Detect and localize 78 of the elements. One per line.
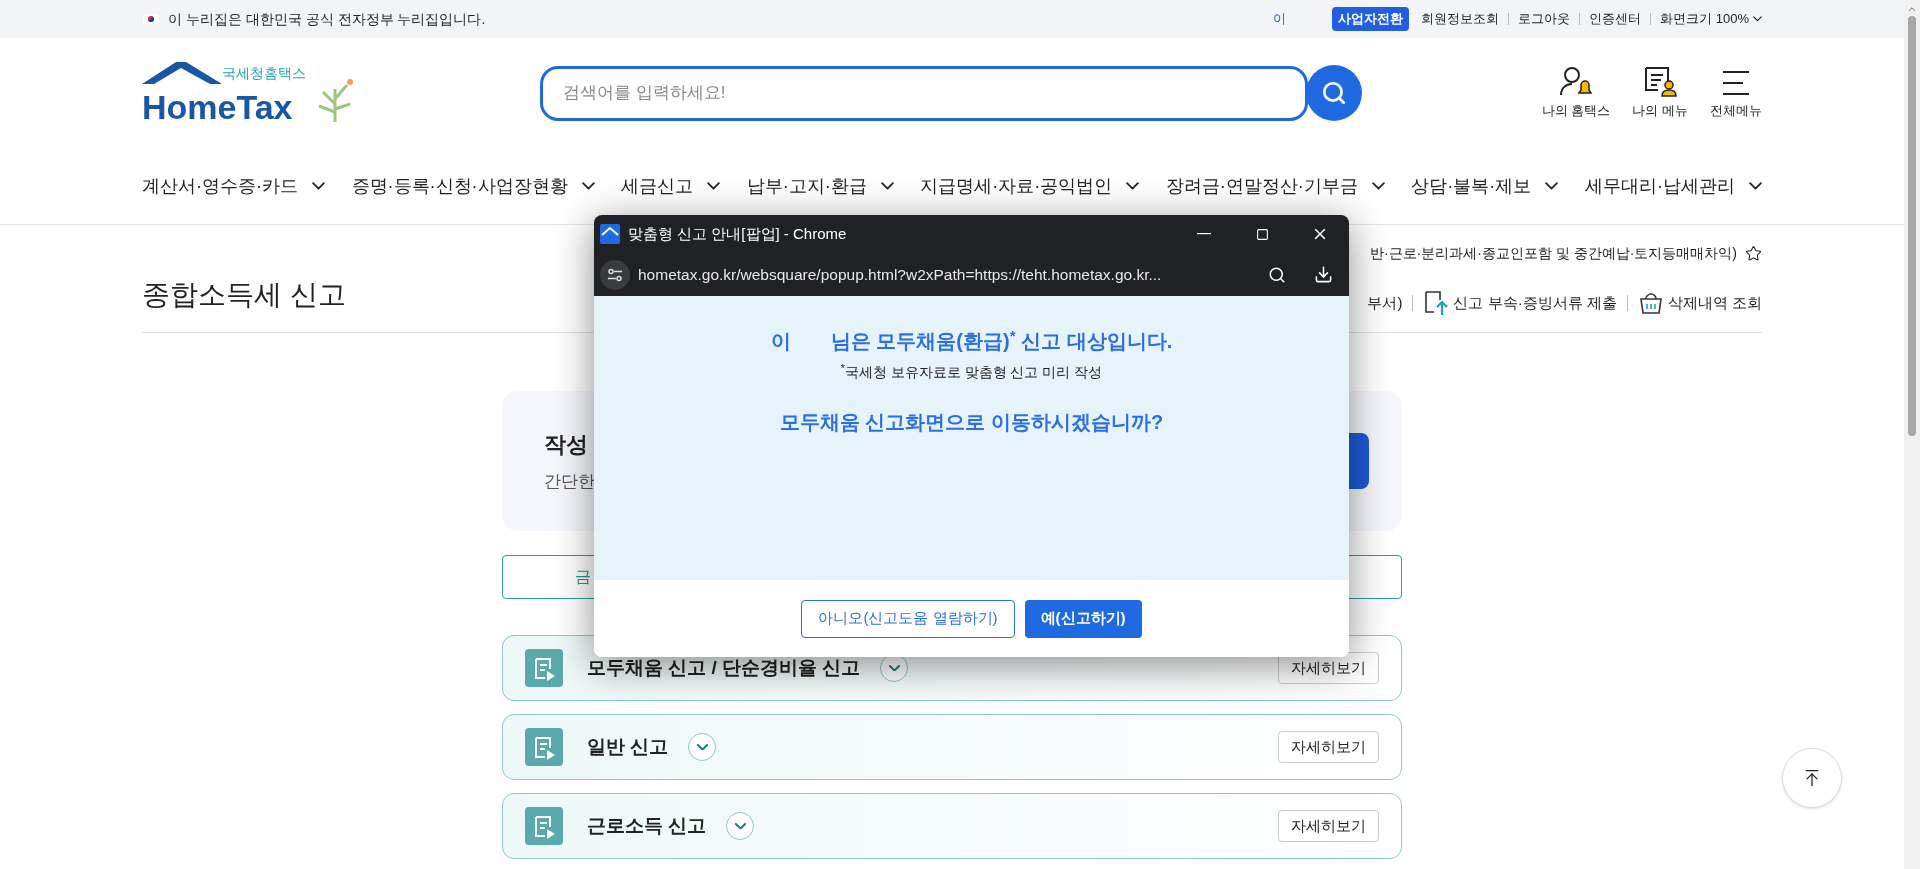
action-link[interactable]: 신고 부속·증빙서류 제출	[1423, 290, 1617, 316]
page-title: 종합소득세 신고	[142, 278, 346, 312]
menu-icon	[1721, 69, 1751, 98]
popup-question: 모두채움 신고화면으로 이동하시겠습니까?	[779, 410, 1164, 435]
download-icon[interactable]	[1314, 265, 1333, 284]
quick-menu-item[interactable]: 나의 메뉴	[1632, 65, 1688, 121]
intro-title: 작성	[544, 430, 589, 459]
account-switch-button[interactable]: 사업자전환	[1332, 7, 1410, 31]
minimize-icon	[1197, 233, 1211, 235]
user-bell-icon	[1559, 65, 1594, 98]
logo-title: HomeTax	[142, 90, 294, 124]
chevron-down-icon	[581, 182, 595, 190]
logo-subtitle: 국세청홈택스	[222, 66, 306, 80]
nav-menu-item[interactable]: 계산서·영수증·카드	[142, 172, 325, 200]
recipient-name: 이	[770, 329, 791, 354]
report-type-title: 모두채움 신고 / 단순경비율 신고	[587, 655, 861, 680]
report-type-title: 근로소득 신고	[587, 813, 707, 838]
detail-button[interactable]: 자세히보기	[1278, 731, 1379, 763]
detail-button[interactable]: 자세히보기	[1278, 810, 1379, 842]
nav-menu-item[interactable]: 지급명세·자료·공익법인	[920, 172, 1140, 200]
maximize-icon	[1255, 227, 1269, 241]
nav-menu-item[interactable]: 상담·불복·제보	[1411, 172, 1559, 200]
quick-menu-item[interactable]: 전체메뉴	[1710, 69, 1762, 121]
chevron-down-icon	[734, 822, 746, 830]
search-button[interactable]	[1306, 65, 1362, 121]
document-icon	[525, 807, 563, 845]
action-link[interactable]: 삭제내역 조회	[1637, 290, 1762, 316]
confirm-button[interactable]: 예(신고하기)	[1024, 599, 1142, 638]
zoom-dropdown[interactable]: 화면크기 100%	[1660, 9, 1762, 29]
top-link[interactable]: 회원정보조회	[1421, 9, 1500, 29]
scrollbar-thumb[interactable]	[1908, 16, 1916, 436]
document-icon	[525, 728, 563, 766]
chevron-down-icon	[1371, 182, 1385, 190]
flag-icon	[142, 13, 160, 25]
chevron-down-icon	[880, 182, 894, 190]
window-title: 맞춤형 신고 안내[팝업] - Chrome	[628, 223, 847, 244]
search-icon	[1321, 80, 1347, 106]
report-type-title: 일반 신고	[587, 734, 669, 759]
nav-menu-item[interactable]: 세금신고	[621, 172, 721, 200]
nav-menu-item[interactable]: 세무대리·납세관리	[1584, 172, 1762, 200]
nav-menu-item[interactable]: 증명·등록·신청·사업장현황	[351, 172, 595, 200]
site-settings-button[interactable]	[600, 259, 630, 290]
popup-note: $^{*}$국세청 보유자료로 맞춤형 신고 미리 작성	[840, 362, 1103, 382]
popup-headline: 님은 모두채움(환급)$^{*}$ 신고 대상입니다.	[830, 326, 1173, 354]
nav-menu-item[interactable]: 납부·고지·환급	[746, 172, 894, 200]
chevron-down-icon	[1748, 182, 1762, 190]
tune-icon	[607, 267, 623, 282]
action-text: 부서)	[1367, 292, 1403, 313]
decline-button[interactable]: 아니오(신고도움 열람하기)	[801, 599, 1015, 638]
chevron-down-icon	[1545, 182, 1559, 190]
top-link[interactable]: 인증센터	[1589, 9, 1642, 29]
page-subtitle: 반·근로·분리과세·종교인포함 및 중간예납·토지등매매차익)	[1369, 244, 1737, 263]
user-name: 이	[1273, 10, 1287, 29]
scrollbar[interactable]	[1904, 0, 1920, 869]
expand-button[interactable]	[726, 812, 755, 840]
scroll-up-icon[interactable]	[1907, 4, 1917, 14]
chevron-down-icon	[1126, 182, 1140, 190]
document-user-icon	[1643, 65, 1678, 98]
expand-button[interactable]	[688, 733, 717, 761]
roof-logo-icon	[142, 60, 222, 84]
favorite-star-icon[interactable]	[1745, 245, 1762, 262]
quick-menu-item[interactable]: 나의 홈택스	[1541, 65, 1611, 121]
chevron-down-icon	[696, 743, 708, 751]
hometax-logo[interactable]: 국세청홈택스 HomeTax	[142, 62, 402, 124]
zoom-icon[interactable]	[1268, 265, 1286, 284]
chevron-down-icon	[888, 664, 900, 672]
document-upload-icon	[1423, 290, 1450, 316]
nav-menu-item[interactable]: 장려금·연말정산·기부금	[1165, 172, 1385, 200]
basket-icon	[1637, 290, 1664, 316]
chevron-down-icon	[707, 182, 721, 190]
document-icon	[525, 649, 563, 687]
search-field[interactable]: 검색어를 입력하세요!	[540, 65, 1308, 121]
chevron-down-icon	[1753, 16, 1762, 22]
top-link[interactable]: 로그아웃	[1518, 9, 1571, 29]
chevron-down-icon	[312, 182, 325, 190]
url-text: hometax.go.kr/websquare/popup.html?w2xPath=https://teht.hometax.go.kr...	[638, 264, 1162, 285]
intro-description: 간단한	[544, 470, 595, 493]
official-notice: 이 누리집은 대한민국 공식 전자정부 누리집입니다.	[168, 9, 486, 29]
